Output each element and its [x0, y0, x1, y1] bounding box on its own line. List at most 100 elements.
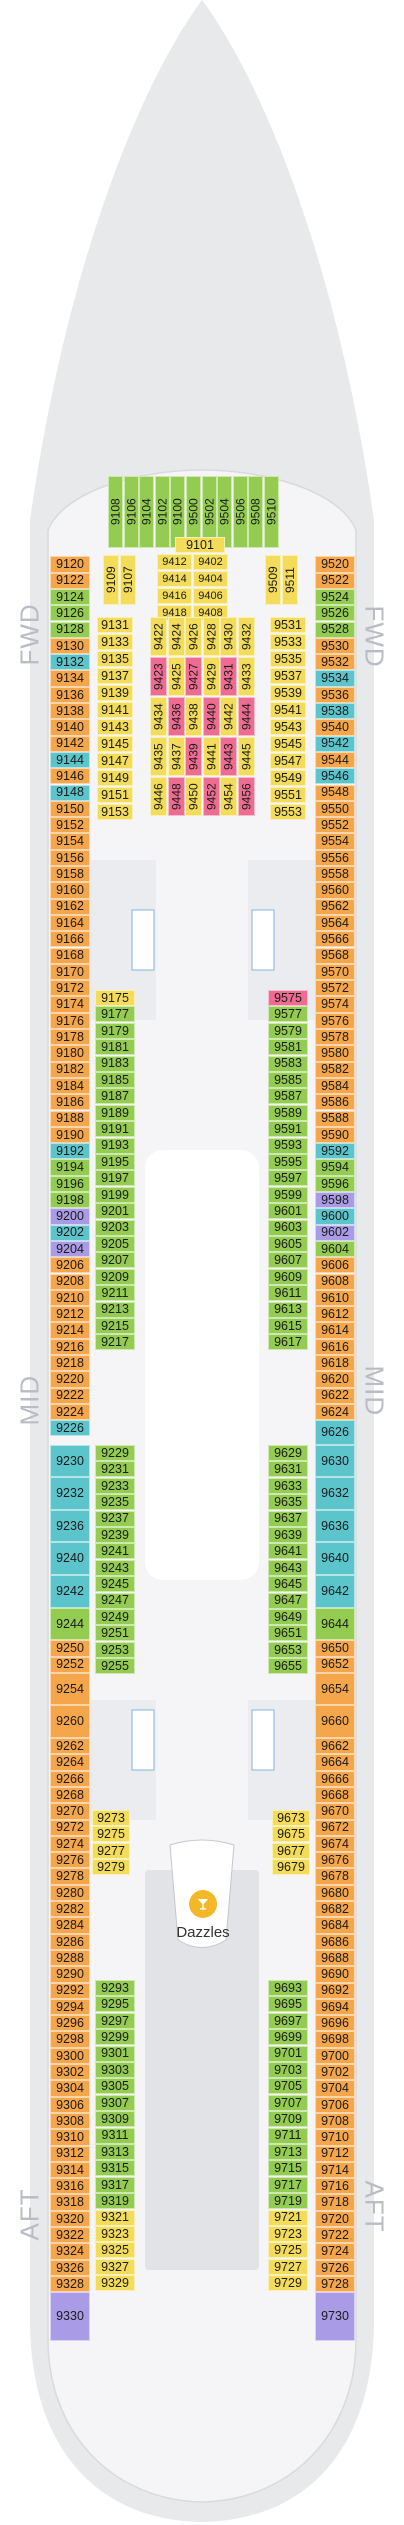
cabin-9226[interactable]: 9226	[50, 1420, 90, 1437]
cabin-9655[interactable]: 9655	[268, 1658, 308, 1675]
cabin-9104[interactable]: 9104	[139, 476, 155, 548]
cabin-9198[interactable]: 9198	[50, 1192, 90, 1209]
cabin-9727[interactable]: 9727	[268, 2258, 308, 2275]
cabin-9439[interactable]: 9439	[185, 737, 202, 776]
cabin-9537[interactable]: 9537	[270, 668, 306, 684]
cabin-9508[interactable]: 9508	[248, 476, 264, 548]
cabin-9276[interactable]: 9276	[50, 1852, 90, 1869]
cabin-9255[interactable]: 9255	[95, 1658, 135, 1675]
cabin-9718[interactable]: 9718	[315, 2194, 355, 2211]
cabin-9277[interactable]: 9277	[92, 1842, 130, 1859]
cabin-9290[interactable]: 9290	[50, 1966, 90, 1983]
cabin-9540[interactable]: 9540	[315, 719, 355, 736]
cabin-9286[interactable]: 9286	[50, 1933, 90, 1950]
cabin-9614[interactable]: 9614	[315, 1322, 355, 1339]
cabin-9728[interactable]: 9728	[315, 2275, 355, 2293]
cabin-9183[interactable]: 9183	[95, 1055, 135, 1072]
cabin-9142[interactable]: 9142	[50, 735, 90, 752]
cabin-9254[interactable]: 9254	[50, 1672, 90, 1706]
cabin-9309[interactable]: 9309	[95, 2111, 135, 2128]
cabin-9172[interactable]: 9172	[50, 980, 90, 997]
cabin-9607[interactable]: 9607	[268, 1252, 308, 1269]
cabin-9330[interactable]: 9330	[50, 2292, 90, 2342]
cabin-9719[interactable]: 9719	[268, 2193, 308, 2210]
cabin-9636[interactable]: 9636	[315, 1509, 355, 1543]
cabin-9214[interactable]: 9214	[50, 1322, 90, 1339]
cabin-9108[interactable]: 9108	[108, 476, 123, 548]
cabin-9442[interactable]: 9442	[220, 697, 237, 736]
cabin-9145[interactable]: 9145	[97, 736, 133, 752]
cabin-9682[interactable]: 9682	[315, 1901, 355, 1918]
cabin-9456[interactable]: 9456	[237, 777, 255, 816]
cabin-9642[interactable]: 9642	[315, 1575, 355, 1608]
cabin-9531[interactable]: 9531	[270, 617, 306, 633]
cabin-9262[interactable]: 9262	[50, 1738, 90, 1755]
cabin-9701[interactable]: 9701	[268, 2045, 308, 2062]
cabin-9240[interactable]: 9240	[50, 1542, 90, 1576]
cabin-9162[interactable]: 9162	[50, 898, 90, 915]
cabin-9641[interactable]: 9641	[268, 1543, 308, 1560]
cabin-9725[interactable]: 9725	[268, 2242, 308, 2259]
cabin-9706[interactable]: 9706	[315, 2096, 355, 2113]
cabin-9120[interactable]: 9120	[50, 556, 90, 573]
cabin-9264[interactable]: 9264	[50, 1754, 90, 1771]
cabin-9175[interactable]: 9175	[95, 990, 135, 1006]
cabin-9139[interactable]: 9139	[97, 685, 133, 701]
cabin-9647[interactable]: 9647	[268, 1592, 308, 1609]
cabin-9102[interactable]: 9102	[154, 476, 170, 548]
cabin-9202[interactable]: 9202	[50, 1224, 90, 1241]
cabin-9298[interactable]: 9298	[50, 2031, 90, 2048]
cabin-9445[interactable]: 9445	[237, 737, 255, 776]
cabin-9218[interactable]: 9218	[50, 1355, 90, 1372]
cabin-9643[interactable]: 9643	[268, 1559, 308, 1576]
cabin-9176[interactable]: 9176	[50, 1012, 90, 1029]
cabin-9616[interactable]: 9616	[315, 1338, 355, 1355]
cabin-9554[interactable]: 9554	[315, 833, 355, 850]
cabin-9235[interactable]: 9235	[95, 1494, 135, 1511]
cabin-9128[interactable]: 9128	[50, 621, 90, 638]
cabin-9177[interactable]: 9177	[95, 1006, 135, 1023]
cabin-9533[interactable]: 9533	[270, 634, 306, 650]
cabin-9138[interactable]: 9138	[50, 703, 90, 720]
cabin-9425[interactable]: 9425	[167, 657, 185, 696]
cabin-9152[interactable]: 9152	[50, 817, 90, 834]
cabin-9618[interactable]: 9618	[315, 1355, 355, 1372]
cabin-9207[interactable]: 9207	[95, 1252, 135, 1269]
cabin-9613[interactable]: 9613	[268, 1301, 308, 1318]
cabin-9136[interactable]: 9136	[50, 686, 90, 703]
cabin-9229[interactable]: 9229	[95, 1445, 135, 1461]
cabin-9568[interactable]: 9568	[315, 947, 355, 964]
cabin-9664[interactable]: 9664	[315, 1754, 355, 1771]
cabin-9170[interactable]: 9170	[50, 963, 90, 981]
cabin-9232[interactable]: 9232	[50, 1477, 90, 1510]
cabin-9679[interactable]: 9679	[272, 1859, 310, 1876]
cabin-9106[interactable]: 9106	[123, 476, 139, 548]
cabin-9317[interactable]: 9317	[95, 2176, 135, 2193]
cabin-9588[interactable]: 9588	[315, 1110, 355, 1127]
cabin-9149[interactable]: 9149	[97, 770, 133, 786]
cabin-9675[interactable]: 9675	[272, 1826, 310, 1843]
cabin-9282[interactable]: 9282	[50, 1901, 90, 1918]
cabin-9693[interactable]: 9693	[268, 1980, 308, 1996]
cabin-9542[interactable]: 9542	[315, 735, 355, 752]
cabin-9707[interactable]: 9707	[268, 2094, 308, 2111]
cabin-9179[interactable]: 9179	[95, 1022, 135, 1039]
cabin-9710[interactable]: 9710	[315, 2129, 355, 2146]
cabin-9253[interactable]: 9253	[95, 1641, 135, 1658]
cabin-9651[interactable]: 9651	[268, 1625, 308, 1642]
cabin-9597[interactable]: 9597	[268, 1170, 308, 1187]
cabin-9185[interactable]: 9185	[95, 1072, 135, 1088]
cabin-9201[interactable]: 9201	[95, 1203, 135, 1220]
cabin-9640[interactable]: 9640	[315, 1542, 355, 1576]
cabin-9143[interactable]: 9143	[97, 719, 133, 735]
cabin-9109[interactable]: 9109	[103, 555, 119, 605]
cabin-9629[interactable]: 9629	[268, 1445, 308, 1461]
cabin-9321[interactable]: 9321	[95, 2209, 135, 2226]
cabin-9323[interactable]: 9323	[95, 2226, 135, 2242]
cabin-9132[interactable]: 9132	[50, 654, 90, 671]
cabin-9596[interactable]: 9596	[315, 1175, 355, 1192]
cabin-9304[interactable]: 9304	[50, 2080, 90, 2097]
cabin-9549[interactable]: 9549	[270, 770, 306, 786]
cabin-9582[interactable]: 9582	[315, 1061, 355, 1078]
cabin-9297[interactable]: 9297	[95, 2012, 135, 2029]
